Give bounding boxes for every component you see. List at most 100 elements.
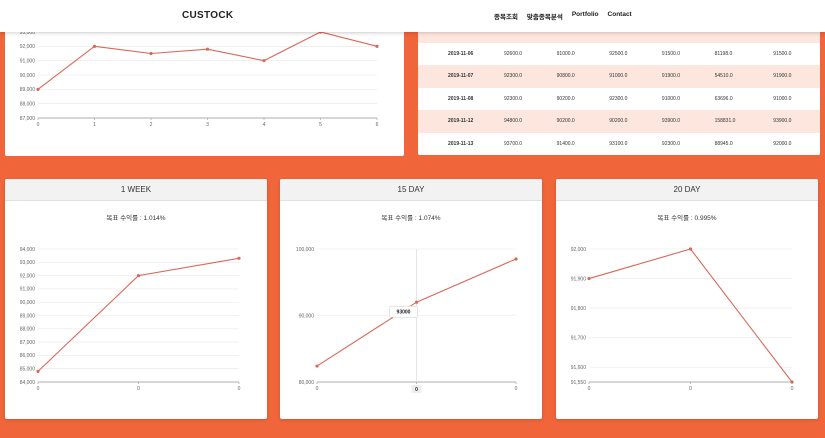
cell-date: 2019-11-06: [418, 42, 498, 65]
data-point: [262, 59, 266, 63]
nav-item-contact[interactable]: Contact: [608, 11, 632, 21]
target-return: 목표 수익률 : 1.074%: [381, 215, 441, 222]
price-table-panel: 2019-11-0592600.088700.089900.092100.011…: [418, 20, 820, 155]
cell-value: 93900.0: [655, 110, 709, 133]
y-tick-label: 88,000: [20, 101, 36, 107]
x-tick-label: 0: [37, 122, 40, 128]
cell-value: 92300.0: [603, 87, 656, 110]
cell-value: 63696.0: [708, 87, 768, 110]
card-20-day: 91,550 91,600 91,700 91,800 91,900 92,000 0 0 0 …: [556, 179, 818, 419]
y-tick-label: 89,000: [20, 313, 36, 319]
cell-value: 54510.0: [708, 65, 768, 88]
cell-value: 88945.0: [708, 132, 768, 155]
cell-value: 91000.0: [550, 42, 604, 65]
table-row: 2019-11-07 92300.0 90800.0 91000.0 91900.0 54…: [418, 65, 820, 88]
x-tick-label: 3: [206, 122, 209, 128]
cell-date: 2019-11-08: [418, 87, 498, 110]
cell-value: 92300.0: [655, 132, 709, 155]
brand-logo[interactable]: CUSTOCK: [182, 10, 233, 21]
y-tick-label: 91,700: [571, 335, 587, 341]
price-line-chart: 87,00088,00089,00090,00091,00092,00093,0…: [20, 30, 379, 128]
data-point: [149, 51, 153, 56]
x-tick-label: 5: [319, 122, 322, 128]
y-tick-label: 87,000: [20, 340, 36, 346]
series-line: [588, 248, 793, 383]
y-tick-label: 89,000: [20, 87, 36, 93]
data-point: [92, 44, 97, 48]
cell-value: 90200.0: [550, 110, 604, 133]
y-tick-label: 84,000: [20, 380, 36, 386]
table-row: 2019-11-08 92300.0 90200.0 92300.0 91000.0 63…: [418, 87, 820, 110]
x-highlight-label: 0: [415, 387, 418, 393]
nav-item-stock-search[interactable]: 종목조회: [494, 11, 518, 21]
data-point: [205, 47, 210, 51]
x-tick-label: 0: [791, 386, 794, 392]
cell-date: 2019-11-07: [418, 65, 498, 88]
table-row: 2019-11-06 92600.0 91000.0 92500.0 91500.0 81…: [418, 42, 820, 65]
x-tick-label: 0: [515, 386, 518, 392]
cell-value: 91500.0: [655, 42, 709, 65]
nav-menu: 종목조회 맞춤종목분석 Portfolio Contact: [494, 11, 632, 21]
data-point: [414, 300, 419, 304]
data-point: [790, 380, 794, 384]
cell-value: 93900.0: [767, 110, 820, 133]
x-tick-label: 0: [316, 386, 319, 392]
cell-value: 92000.0: [767, 132, 820, 155]
card-1-week: 84,000 85,000 86,000 87,000 88,000 89,000 90,0…: [5, 179, 267, 419]
data-point: [375, 44, 379, 48]
table-row: 2019-11-12 94800.0 90200.0 90200.0 93900.0 15…: [418, 110, 820, 133]
cell-value: 90800.0: [550, 65, 604, 88]
tooltip-value: 93000: [397, 310, 411, 316]
y-tick-label: 91,900: [571, 276, 587, 282]
cell-value: 92300.0: [498, 87, 551, 110]
x-tick-label: 0: [137, 386, 140, 392]
y-tick-label: 80,000: [299, 380, 315, 386]
x-tick-label: 0: [689, 386, 692, 392]
x-tick-label: 0: [37, 386, 40, 392]
data-point: [315, 364, 319, 368]
cell-value: 94800.0: [498, 110, 551, 133]
cell-value: 90200.0: [603, 110, 656, 133]
cell-value: 92300.0: [498, 65, 551, 88]
target-return: 목표 수익률 : 0.995%: [657, 215, 717, 222]
cell-value: 93700.0: [498, 132, 551, 155]
price-chart-panel: 87,000 88,000 89,000 90,000 91,000 92,000 93,0…: [5, 20, 404, 156]
y-tick-label: 86,000: [20, 353, 36, 359]
y-tick-label: 92,000: [20, 273, 36, 279]
data-point: [136, 274, 141, 278]
cell-value: 91900.0: [655, 65, 709, 88]
cell-value: 92500.0: [603, 42, 656, 65]
y-tick-label: 85,000: [20, 367, 36, 373]
data-point: [36, 87, 40, 91]
y-tick-label: 90,000: [299, 313, 315, 319]
cell-value: 91500.0: [767, 42, 820, 65]
cell-value: 81198.0: [708, 42, 768, 65]
cell-value: 90200.0: [550, 87, 604, 110]
cell-value: 91900.0: [767, 65, 820, 88]
cell-value: 91400.0: [550, 132, 604, 155]
nav-item-custom-analysis[interactable]: 맞춤종목분석: [527, 11, 563, 21]
nav-item-portfolio[interactable]: Portfolio: [572, 11, 599, 21]
cell-value: 92600.0: [498, 42, 551, 65]
x-tick-label: 4: [263, 122, 266, 128]
price-table: 2019-11-0592600.088700.089900.092100.011…: [418, 20, 820, 155]
target-return: 목표 수익률 : 1.014%: [106, 215, 166, 222]
data-point: [237, 256, 241, 260]
cell-date: 2019-11-12: [418, 110, 498, 133]
y-tick-label: 93,000: [20, 260, 36, 266]
y-tick-label: 92,000: [571, 247, 587, 253]
navbar: CUSTOCK 종목조회 맞춤종목분석 Portfolio Contact: [0, 0, 825, 32]
y-tick-label: 90,000: [20, 300, 36, 306]
data-point: [36, 369, 40, 373]
y-tick-label: 91,550: [571, 380, 587, 386]
x-tick-label: 6: [376, 122, 379, 128]
cell-value: 91000.0: [603, 65, 656, 88]
y-tick-label: 91,800: [571, 306, 587, 312]
x-tick-label: 0: [588, 386, 591, 392]
table-row: 2019-11-13 93700.0 91400.0 93100.0 92300.0 88…: [418, 132, 820, 155]
y-tick-label: 91,000: [20, 287, 36, 293]
cell-value: 91000.0: [767, 87, 820, 110]
cell-value: 93100.0: [603, 132, 656, 155]
y-tick-label: 88,000: [20, 327, 36, 333]
x-tick-label: 0: [238, 386, 241, 392]
